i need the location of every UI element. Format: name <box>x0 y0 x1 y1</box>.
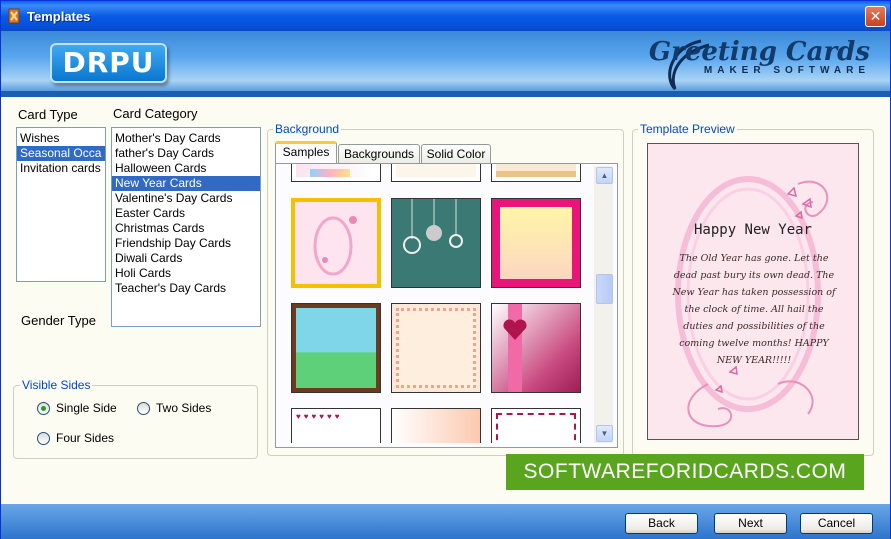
sample-thumbnail[interactable] <box>491 303 581 393</box>
sample-thumbnail-selected[interactable] <box>291 198 381 288</box>
card-category-item[interactable]: Easter Cards <box>112 206 260 221</box>
background-title: Background <box>273 122 342 136</box>
brand: Greeting Cards MAKER SOFTWARE <box>649 37 870 76</box>
arrow-up-icon: ▲ <box>600 171 609 180</box>
template-preview-title: Template Preview <box>638 122 737 136</box>
two-sides-radio[interactable]: Two Sides <box>137 401 211 415</box>
scroll-thumb[interactable] <box>596 274 613 304</box>
card-category-item[interactable]: Mother's Day Cards <box>112 131 260 146</box>
card-category-item[interactable]: New Year Cards <box>112 176 260 191</box>
sample-thumbnail[interactable] <box>391 198 481 288</box>
tab-backgrounds[interactable]: Backgrounds <box>338 144 420 164</box>
gender-type-label: Gender Type <box>21 313 96 328</box>
four-sides-radio[interactable]: Four Sides <box>37 431 114 445</box>
radio-unchecked-icon <box>37 431 50 445</box>
preview-message: The Old Year has gone. Let the dead past… <box>672 253 836 366</box>
drpu-logo: DRPU <box>50 43 167 83</box>
sample-thumbnail[interactable] <box>491 164 581 182</box>
scroll-up-button[interactable]: ▲ <box>596 167 613 184</box>
card-type-item[interactable]: Wishes <box>17 131 105 146</box>
heart-icon <box>503 319 527 340</box>
banner-strip <box>1 91 890 97</box>
app-icon <box>8 8 20 24</box>
header-banner: DRPU Greeting Cards MAKER SOFTWARE <box>1 31 890 97</box>
visible-sides-title: Visible Sides <box>20 378 93 392</box>
single-side-radio[interactable]: Single Side <box>37 401 117 415</box>
sample-thumbnail[interactable]: ♥♥♥♥♥♥ <box>291 408 381 443</box>
preview-heading: Happy New Year <box>693 222 812 238</box>
radio-checked-icon <box>37 401 50 415</box>
card-type-label: Card Type <box>18 107 78 122</box>
templates-window: Templates ✕ DRPU Greeting Cards MAKER SO… <box>0 0 891 539</box>
card-type-item[interactable]: Invitation cards <box>17 161 105 176</box>
scroll-down-button[interactable]: ▼ <box>596 425 613 442</box>
card-category-item[interactable]: Halloween Cards <box>112 161 260 176</box>
template-preview: Happy New Year The Old Year has gone. Le… <box>647 143 859 440</box>
tab-solid-color[interactable]: Solid Color <box>421 144 491 164</box>
card-category-item[interactable]: father's Day Cards <box>112 146 260 161</box>
cancel-button[interactable]: Cancel <box>800 513 873 534</box>
card-category-list[interactable]: Mother's Day Cards father's Day Cards Ha… <box>111 127 261 327</box>
card-type-item[interactable]: Seasonal Occa <box>17 146 105 161</box>
radio-unchecked-icon <box>137 401 150 415</box>
tab-samples[interactable]: Samples <box>275 141 337 163</box>
arrow-down-icon: ▼ <box>600 429 609 438</box>
sample-thumbnail[interactable] <box>391 303 481 393</box>
single-side-label: Single Side <box>56 401 117 415</box>
close-button[interactable]: ✕ <box>865 6 886 27</box>
card-category-item[interactable]: Valentine's Day Cards <box>112 191 260 206</box>
sample-thumbnail[interactable] <box>491 198 581 288</box>
four-sides-label: Four Sides <box>56 431 115 445</box>
card-category-item[interactable]: Holi Cards <box>112 266 260 281</box>
next-button[interactable]: Next <box>714 513 787 534</box>
sample-thumbnail[interactable] <box>391 164 481 182</box>
title-bar: Templates ✕ <box>1 1 890 31</box>
sample-thumbnail[interactable] <box>391 408 481 443</box>
two-sides-label: Two Sides <box>156 401 212 415</box>
sample-thumbnail[interactable] <box>291 164 381 182</box>
card-category-item[interactable]: Friendship Day Cards <box>112 236 260 251</box>
card-type-list[interactable]: Wishes Seasonal Occa Invitation cards <box>16 127 106 282</box>
samples-grid: ♥♥♥♥♥♥ <box>279 164 591 443</box>
visible-sides-group: Visible Sides <box>13 378 258 459</box>
card-category-item[interactable]: Teacher's Day Cards <box>112 281 260 296</box>
window-title: Templates <box>27 9 91 24</box>
ornaments-icon <box>403 199 463 254</box>
oval-frame-icon <box>313 216 357 276</box>
back-button[interactable]: Back <box>625 513 698 534</box>
card-category-item[interactable]: Diwali Cards <box>112 251 260 266</box>
watermark-banner: SOFTWAREFORIDCARDS.COM <box>506 454 864 490</box>
card-category-label: Card Category <box>113 106 198 121</box>
samples-scrollbar[interactable]: ▲ ▼ <box>594 166 613 443</box>
sample-thumbnail[interactable] <box>291 303 381 393</box>
close-icon: ✕ <box>869 8 882 24</box>
sample-thumbnail[interactable] <box>491 408 581 443</box>
footer-bar: Back Next Cancel <box>1 504 890 539</box>
card-category-item[interactable]: Christmas Cards <box>112 221 260 236</box>
brand-title: Greeting Cards <box>648 37 870 67</box>
